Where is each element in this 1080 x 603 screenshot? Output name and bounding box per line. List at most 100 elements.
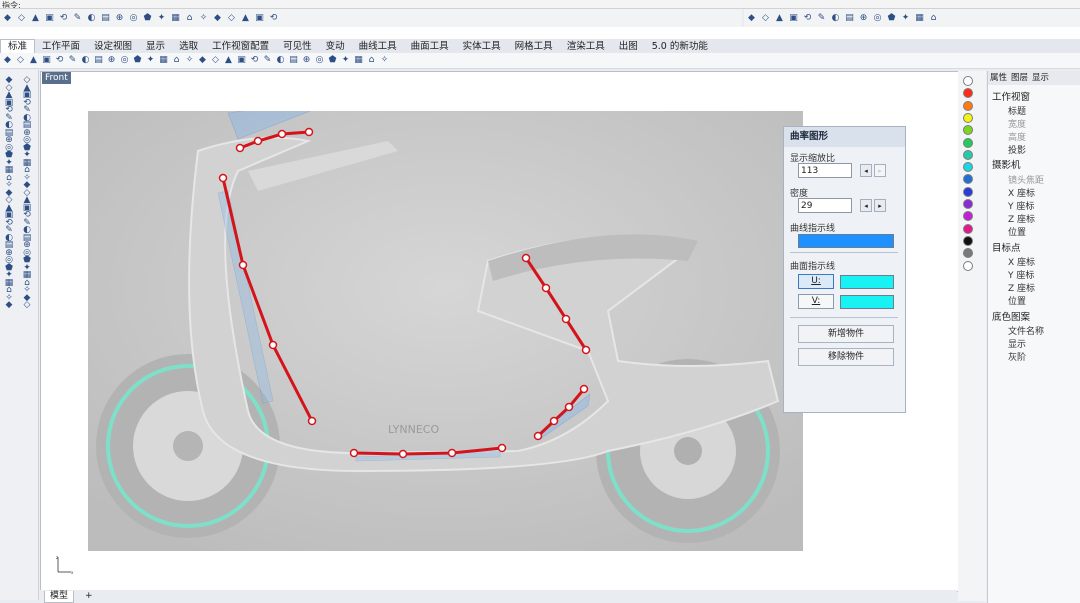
toolbar-tool-icon[interactable]: ✎: [72, 13, 83, 24]
toolbar-tool-icon[interactable]: ⟲: [54, 55, 65, 66]
tab-select[interactable]: 选取: [172, 40, 205, 53]
toolbar-tool-icon[interactable]: ◎: [128, 13, 139, 24]
toolbar-tool-icon[interactable]: ◇: [226, 13, 237, 24]
color-swatch[interactable]: [963, 100, 973, 111]
toolbar-tool-icon[interactable]: ◆: [2, 13, 13, 24]
tab-transform[interactable]: 变动: [319, 40, 352, 53]
toolbar-tool-icon[interactable]: ⌂: [366, 55, 377, 66]
tab-surface-tools[interactable]: 曲面工具: [404, 40, 456, 53]
toolbar-tool-icon[interactable]: ◇: [760, 13, 771, 24]
color-swatch[interactable]: [963, 88, 973, 99]
toolbar-tool-icon[interactable]: ⟲: [268, 13, 279, 24]
density-decrease-button[interactable]: ◂: [860, 199, 872, 212]
toolbar-tool-icon[interactable]: ▣: [788, 13, 799, 24]
toolbar-tool-icon[interactable]: ▲: [774, 13, 785, 24]
toolbar-tool-icon[interactable]: ✎: [67, 55, 78, 66]
toolbar-tool-icon[interactable]: ▲: [30, 13, 41, 24]
scale-input[interactable]: 113: [798, 163, 852, 178]
tab-new-in-v5[interactable]: 5.0 的新功能: [645, 40, 715, 53]
toolbar-tool-icon[interactable]: ▤: [844, 13, 855, 24]
toolbar-tool-icon[interactable]: ◎: [314, 55, 325, 66]
add-tab-button[interactable]: +: [80, 591, 98, 602]
color-swatch[interactable]: [963, 112, 973, 123]
toolbar-tool-icon[interactable]: ▲: [240, 13, 251, 24]
tab-solid-tools[interactable]: 实体工具: [456, 40, 508, 53]
tab-standard[interactable]: 标准: [0, 39, 36, 53]
toolbar-tool-icon[interactable]: ◐: [80, 55, 91, 66]
v-color-swatch[interactable]: [840, 295, 894, 309]
toolbar-tool-icon[interactable]: ▣: [254, 13, 265, 24]
toolbar-tool-icon[interactable]: ✧: [379, 55, 390, 66]
density-input[interactable]: 29: [798, 198, 852, 213]
toolbar-tool-icon[interactable]: ◆: [212, 13, 223, 24]
left-tool-icon[interactable]: ◇: [21, 299, 33, 311]
toolbar-tool-icon[interactable]: ⟲: [249, 55, 260, 66]
color-swatch[interactable]: [963, 199, 973, 209]
toolbar-tool-icon[interactable]: ⊕: [114, 13, 125, 24]
toolbar-tool-icon[interactable]: ⬟: [886, 13, 897, 24]
toolbar-tool-icon[interactable]: ◐: [275, 55, 286, 66]
toolbar-tool-icon[interactable]: ◇: [210, 55, 221, 66]
toolbar-tool-icon[interactable]: ⌂: [184, 13, 195, 24]
toolbar-tool-icon[interactable]: ▣: [236, 55, 247, 66]
toolbar-tool-icon[interactable]: ⌂: [928, 13, 939, 24]
tab-curve-tools[interactable]: 曲线工具: [352, 40, 404, 53]
tab-model[interactable]: 模型: [44, 591, 75, 603]
toolbar-tool-icon[interactable]: ✎: [262, 55, 273, 66]
toolbar-tool-icon[interactable]: ⊕: [106, 55, 117, 66]
command-line[interactable]: 指令:: [0, 0, 1080, 9]
tab-display-panel[interactable]: 显示: [1032, 71, 1049, 85]
color-swatch[interactable]: [963, 186, 973, 197]
toolbar-tool-icon[interactable]: ⌂: [171, 55, 182, 66]
toolbar-tool-icon[interactable]: ⬟: [132, 55, 143, 66]
curve-hair-color-swatch[interactable]: [798, 234, 894, 248]
scale-decrease-button[interactable]: ◂: [860, 164, 872, 177]
toolbar-tool-icon[interactable]: ◇: [15, 55, 26, 66]
u-toggle-button[interactable]: U:: [798, 274, 834, 289]
toolbar-tool-icon[interactable]: ▦: [914, 13, 925, 24]
toolbar-tool-icon[interactable]: ▦: [353, 55, 364, 66]
color-swatch[interactable]: [963, 137, 973, 148]
color-swatch[interactable]: [963, 76, 973, 86]
color-swatch[interactable]: [963, 162, 973, 173]
toolbar-tool-icon[interactable]: ✧: [198, 13, 209, 24]
left-tool-icon[interactable]: ◆: [3, 299, 15, 311]
u-color-swatch[interactable]: [840, 275, 894, 289]
color-swatch[interactable]: [963, 248, 973, 259]
toolbar-tool-icon[interactable]: ◎: [872, 13, 883, 24]
toolbar-tool-icon[interactable]: ▦: [158, 55, 169, 66]
density-increase-button[interactable]: ▸: [874, 199, 886, 212]
toolbar-tool-icon[interactable]: ◆: [197, 55, 208, 66]
toolbar-tool-icon[interactable]: ◆: [746, 13, 757, 24]
v-toggle-button[interactable]: V:: [798, 294, 834, 309]
toolbar-tool-icon[interactable]: ✎: [816, 13, 827, 24]
tab-layers[interactable]: 图层: [1011, 71, 1028, 85]
tab-render-tools[interactable]: 渲染工具: [560, 40, 612, 53]
tab-visibility[interactable]: 可见性: [276, 40, 319, 53]
color-swatch[interactable]: [963, 125, 973, 136]
tab-cplanes[interactable]: 工作平面: [35, 40, 87, 53]
tab-display[interactable]: 显示: [139, 40, 172, 53]
viewport-title[interactable]: Front: [42, 72, 71, 84]
tab-mesh-tools[interactable]: 网格工具: [508, 40, 560, 53]
toolbar-tool-icon[interactable]: ◐: [86, 13, 97, 24]
color-swatch[interactable]: [963, 174, 973, 185]
toolbar-tool-icon[interactable]: ✧: [184, 55, 195, 66]
toolbar-tool-icon[interactable]: ⊕: [301, 55, 312, 66]
scale-increase-button[interactable]: ▸: [874, 164, 886, 177]
toolbar-tool-icon[interactable]: ⊕: [858, 13, 869, 24]
toolbar-tool-icon[interactable]: ▲: [223, 55, 234, 66]
toolbar-tool-icon[interactable]: ◎: [119, 55, 130, 66]
toolbar-tool-icon[interactable]: ▤: [100, 13, 111, 24]
toolbar-tool-icon[interactable]: ▤: [93, 55, 104, 66]
toolbar-tool-icon[interactable]: ✦: [156, 13, 167, 24]
toolbar-tool-icon[interactable]: ⟲: [802, 13, 813, 24]
color-swatch[interactable]: [963, 223, 973, 234]
remove-object-button[interactable]: 移除物件: [798, 348, 894, 366]
toolbar-tool-icon[interactable]: ◇: [16, 13, 27, 24]
toolbar-tool-icon[interactable]: ▤: [288, 55, 299, 66]
tab-drafting[interactable]: 出图: [612, 40, 645, 53]
toolbar-tool-icon[interactable]: ◐: [830, 13, 841, 24]
add-object-button[interactable]: 新增物件: [798, 325, 894, 343]
toolbar-tool-icon[interactable]: ▣: [41, 55, 52, 66]
